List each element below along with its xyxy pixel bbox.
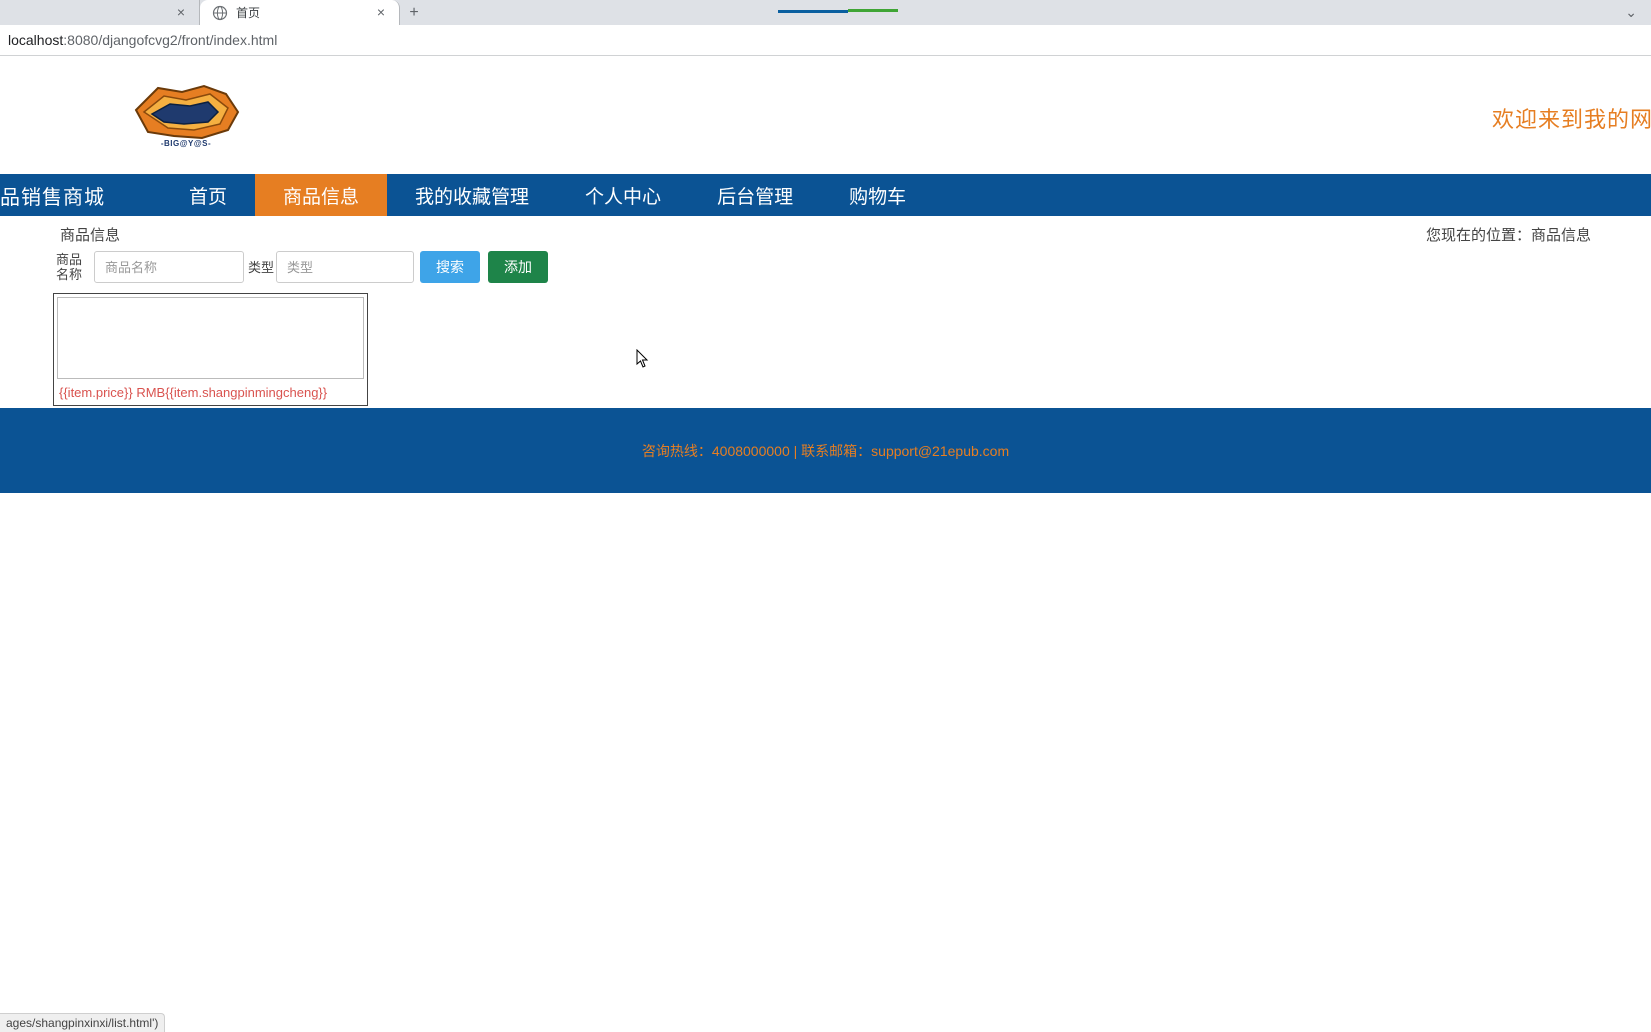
nav-item-product-info[interactable]: 商品信息 [255, 174, 387, 216]
breadcrumb-row: 商品信息 您现在的位置：商品信息 [0, 216, 1651, 251]
nav-brand[interactable]: 品销售商城 [0, 174, 125, 216]
footer-text: 咨询热线：4008000000 | 联系邮箱：support@21epub.co… [642, 441, 1009, 461]
globe-icon [212, 5, 228, 21]
welcome-text: 欢迎来到我的网 [1492, 102, 1651, 134]
url-host: localhost [8, 32, 63, 48]
type-label: 类型 [248, 260, 276, 275]
nav-item-admin[interactable]: 后台管理 [689, 174, 821, 216]
item-list: {{item.price}} RMB{{item.shangpinmingche… [0, 293, 1651, 406]
item-price-name: {{item.price}} RMB{{item.shangpinmingche… [57, 379, 364, 402]
nav-item-cart[interactable]: 购物车 [821, 174, 934, 216]
nav-item-favorites[interactable]: 我的收藏管理 [387, 174, 557, 216]
search-button[interactable]: 搜索 [420, 251, 480, 283]
nav-bar: 品销售商城 首页 商品信息 我的收藏管理 个人中心 后台管理 购物车 [0, 174, 1651, 216]
tab-bar: × 首页 × + ⌄ [0, 0, 1651, 25]
browser-tab-2[interactable]: 首页 × [200, 0, 400, 25]
chevron-down-icon[interactable]: ⌄ [1625, 4, 1637, 21]
breadcrumb: 您现在的位置：商品信息 [1426, 224, 1591, 245]
page-title: 商品信息 [60, 224, 120, 245]
nav-item-personal[interactable]: 个人中心 [557, 174, 689, 216]
product-name-input[interactable] [94, 251, 244, 283]
close-icon[interactable]: × [373, 5, 389, 21]
type-input[interactable] [276, 251, 414, 283]
browser-tab-1[interactable]: × [0, 0, 200, 25]
status-bar: ages/shangpinxinxi/list.html') [0, 1013, 165, 1032]
address-bar[interactable]: localhost:8080/djangofcvg2/front/index.h… [8, 32, 1643, 48]
close-icon[interactable]: × [173, 5, 189, 21]
url-port: :8080 [63, 32, 98, 48]
url-path: /djangofcvg2/front/index.html [98, 32, 277, 48]
svg-text:-BIG@Y@S-: -BIG@Y@S- [161, 139, 211, 148]
accent-strip [778, 0, 898, 16]
product-name-label: 商品名称 [56, 252, 94, 282]
item-image-placeholder [57, 297, 364, 379]
site-logo[interactable]: -BIG@Y@S- [128, 78, 244, 152]
nav-item-home[interactable]: 首页 [161, 174, 255, 216]
tab-title: 首页 [236, 4, 373, 21]
page-header: -BIG@Y@S- 欢迎来到我的网 [0, 56, 1651, 174]
address-bar-row: localhost:8080/djangofcvg2/front/index.h… [0, 25, 1651, 56]
content: 商品信息 您现在的位置：商品信息 商品名称 类型 搜索 添加 {{item.pr… [0, 216, 1651, 406]
new-tab-button[interactable]: + [400, 0, 428, 25]
browser-chrome: × 首页 × + ⌄ localhost:8080/djangofcvg2/fr… [0, 0, 1651, 56]
page-footer: 咨询热线：4008000000 | 联系邮箱：support@21epub.co… [0, 408, 1651, 493]
page: -BIG@Y@S- 欢迎来到我的网 品销售商城 首页 商品信息 我的收藏管理 个… [0, 56, 1651, 493]
filter-row: 商品名称 类型 搜索 添加 [0, 251, 1651, 293]
add-button[interactable]: 添加 [488, 251, 548, 283]
item-card[interactable]: {{item.price}} RMB{{item.shangpinmingche… [53, 293, 368, 406]
